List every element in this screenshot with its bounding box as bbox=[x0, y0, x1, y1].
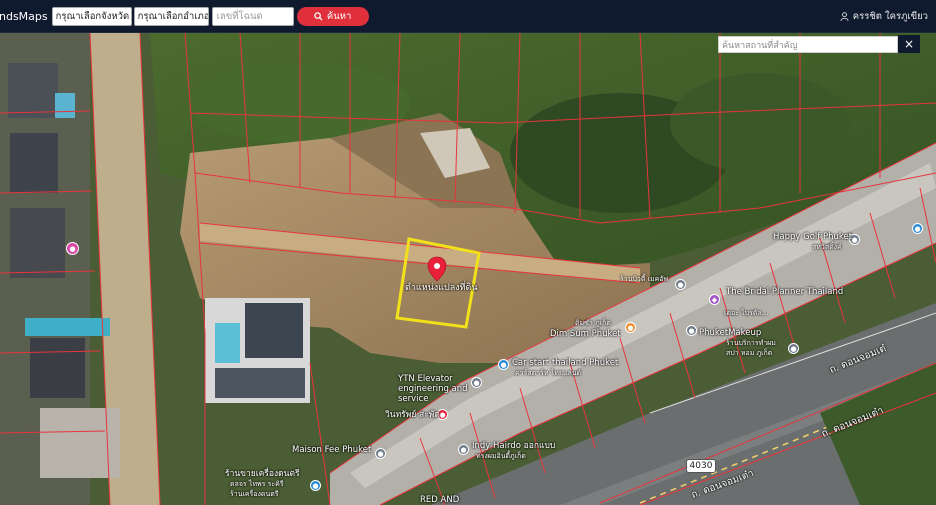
close-button[interactable]: × bbox=[898, 35, 920, 53]
poi-sublabel: ร้านบิวตี้ เมคอัพ bbox=[620, 275, 669, 283]
map-canvas[interactable] bbox=[0, 33, 936, 505]
poi-label: Maison Fee Phuket bbox=[292, 445, 372, 455]
deed-number-input[interactable]: เลขที่โฉนด bbox=[211, 6, 294, 26]
poi-sublabel: ติ่มซำ ภูเก็ต bbox=[575, 319, 611, 327]
house-roof bbox=[30, 338, 85, 398]
poi-marker-icon[interactable]: ● bbox=[912, 223, 923, 234]
poi-marker-icon[interactable]: ● bbox=[788, 343, 799, 354]
poi-marker-icon[interactable]: ● bbox=[375, 448, 386, 459]
house-roof bbox=[10, 133, 58, 193]
search-button[interactable]: ค้นหา bbox=[296, 6, 369, 26]
province-select[interactable]: กรุณาเลือกจังหวัด ▾ bbox=[51, 6, 132, 26]
villa-roof bbox=[245, 303, 303, 358]
poi-sublabel: เดอะ ไบรดัล... bbox=[724, 309, 769, 317]
poi-marker-icon[interactable]: ● bbox=[686, 325, 697, 336]
place-search-placeholder: ค้นหาสถานที่สำคัญ bbox=[722, 40, 798, 51]
tree-cluster bbox=[670, 73, 850, 173]
place-search-input[interactable]: ค้นหาสถานที่สำคัญ bbox=[718, 36, 898, 53]
pool bbox=[25, 318, 110, 336]
villa-roof bbox=[215, 368, 305, 398]
location-pin-dot bbox=[434, 263, 440, 269]
district-select-value: กรุณาเลือกอำเภอ bbox=[137, 10, 209, 22]
search-icon bbox=[314, 11, 323, 21]
poi-sublabel: ร้านบริการทำผม bbox=[726, 339, 776, 347]
house-roof bbox=[8, 63, 58, 118]
poi-marker-icon[interactable]: ● bbox=[675, 279, 686, 290]
satellite-map[interactable] bbox=[0, 33, 936, 505]
deed-number-placeholder: เลขที่โฉนด bbox=[216, 10, 263, 22]
poi-label: Car start thailand Phuket bbox=[512, 358, 619, 368]
poi-label: RED AND bbox=[420, 495, 460, 505]
poi-sublabel: สหวิสดิ้งค์ bbox=[812, 243, 842, 251]
poi-marker-icon[interactable]: ● bbox=[66, 242, 79, 255]
poi-marker-icon[interactable]: ● bbox=[498, 359, 509, 370]
poi-marker-icon[interactable]: ● bbox=[458, 444, 469, 455]
user-menu[interactable]: ครรชิต ใครภูเขียว bbox=[840, 0, 928, 33]
poi-sublabel: คาร์สตาร์ท ไทยแลนด์ bbox=[515, 369, 582, 377]
poi-marker-icon[interactable]: ◆ bbox=[709, 294, 720, 305]
poi-label: Dim Sum Phuket bbox=[550, 329, 621, 339]
poi-sublabel: ดลจร ไทพร ระคิรี bbox=[230, 480, 284, 488]
house-roof bbox=[10, 208, 65, 278]
brand-name: ndsMaps bbox=[0, 9, 48, 23]
poi-sublabel: สปา หอม ภูเก็ต bbox=[726, 349, 773, 357]
poi-label: ร้านขายเครื่องดนตรี bbox=[225, 469, 300, 479]
pool bbox=[215, 323, 240, 363]
district-select[interactable]: กรุณาเลือกอำเภอ ▾ bbox=[133, 6, 209, 26]
parcel-label: ตำแหน่งแปลงที่ดิน bbox=[405, 283, 478, 293]
user-icon bbox=[840, 12, 849, 21]
poi-label: Happy Golf Phuket bbox=[773, 232, 853, 242]
poi-sublabel: ร้านเครื่องดนตรี bbox=[230, 490, 279, 498]
top-bar: ndsMaps กรุณาเลือกจังหวัด ▾ กรุณาเลือกอำ… bbox=[0, 0, 936, 33]
poi-marker-icon[interactable]: ● bbox=[625, 322, 636, 333]
poi-label: Indy Hairdo ออกแบบ bbox=[472, 441, 556, 451]
search-button-label: ค้นหา bbox=[326, 10, 352, 22]
province-select-value: กรุณาเลือกจังหวัด bbox=[55, 10, 130, 22]
poi-label: The Bridal Planner Thailand bbox=[726, 287, 844, 297]
poi-label: วินทรัพย์ สะพัด bbox=[385, 410, 440, 420]
pool bbox=[55, 93, 75, 118]
poi-sublabel: ทรงผมอินดี้ภูเก็ต bbox=[476, 452, 526, 460]
road-number-shield: 4030 bbox=[686, 459, 716, 473]
poi-label: YTN Elevator engineering and service bbox=[398, 374, 468, 405]
poi-label: PhuketMakeup bbox=[699, 328, 762, 338]
close-icon: × bbox=[903, 37, 915, 51]
poi-marker-icon[interactable]: ● bbox=[310, 480, 321, 491]
poi-marker-icon[interactable]: ● bbox=[471, 377, 482, 388]
user-name: ครรชิต ใครภูเขียว bbox=[852, 11, 928, 22]
